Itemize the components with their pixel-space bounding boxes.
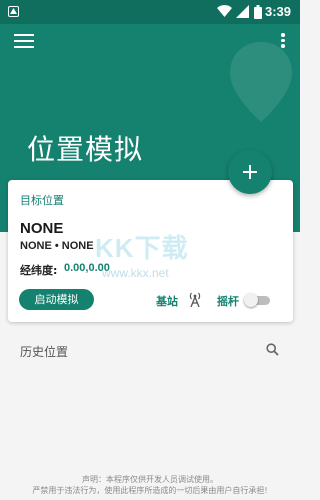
coordinates-value: 0.00,0.00 xyxy=(64,262,110,274)
status-time: 3:39 xyxy=(265,4,292,19)
add-location-button[interactable] xyxy=(228,150,272,194)
hamburger-menu-icon[interactable] xyxy=(12,30,36,52)
app-notification-icon xyxy=(8,6,19,17)
location-name: NONE xyxy=(20,220,64,237)
status-bar: 3:39 xyxy=(0,0,300,24)
map-pin-decoration-icon xyxy=(230,42,292,122)
coordinates-label: 经纬度: xyxy=(20,264,58,277)
plus-icon xyxy=(243,165,257,179)
history-section-title: 历史位置 xyxy=(20,345,69,359)
disclaimer-footer: 声明：本程序仅供开发人员调试使用。 严禁用于违法行为，使用此程序所造成的一切后果… xyxy=(0,474,300,496)
start-simulation-button[interactable]: 启动模拟 xyxy=(19,289,94,310)
app-screen: 3:39 位置模拟 目标位置 NONE NONE • NONE 经纬度: 0.0… xyxy=(0,0,300,500)
target-location-card: 目标位置 NONE NONE • NONE 经纬度: 0.00,0.00 启动模… xyxy=(8,180,293,322)
disclaimer-line-2: 严禁用于违法行为，使用此程序所造成的一切后果由用户自行承担! xyxy=(32,486,268,495)
signal-icon xyxy=(236,5,249,18)
toggle-knob xyxy=(244,293,258,307)
battery-icon xyxy=(254,5,262,19)
location-subtitle: NONE • NONE xyxy=(20,240,94,252)
base-station-label: 基站 xyxy=(156,295,178,308)
wifi-icon xyxy=(217,5,232,17)
joystick-label: 摇杆 xyxy=(217,295,239,308)
target-location-label: 目标位置 xyxy=(20,194,64,207)
disclaimer-line-1: 声明：本程序仅供开发人员调试使用。 xyxy=(82,475,218,484)
more-vertical-icon[interactable] xyxy=(278,31,288,51)
page-title: 位置模拟 xyxy=(27,133,144,166)
search-icon[interactable] xyxy=(266,343,279,356)
cell-tower-icon[interactable] xyxy=(188,291,202,307)
joystick-toggle[interactable] xyxy=(244,293,272,307)
